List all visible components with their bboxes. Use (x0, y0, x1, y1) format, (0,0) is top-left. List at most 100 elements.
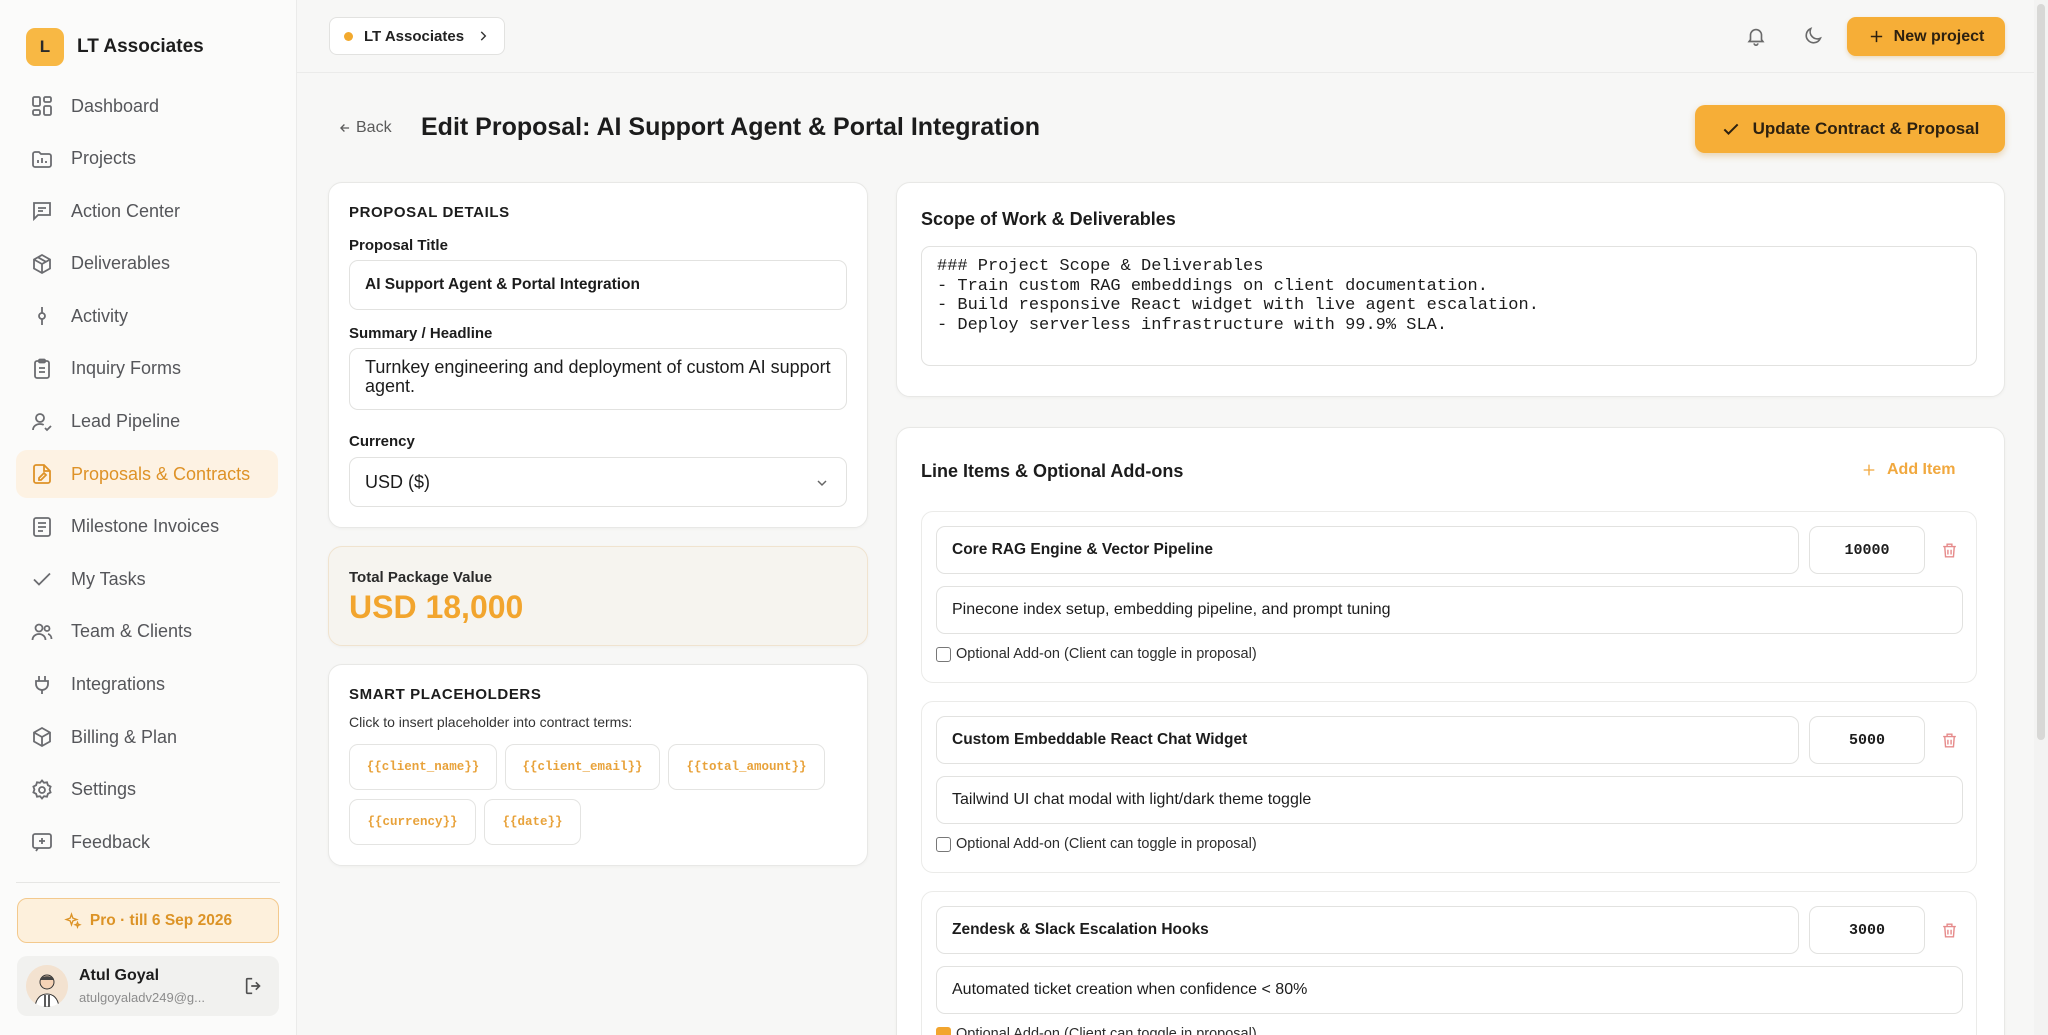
sidebar-item-label: Lead Pipeline (71, 411, 181, 432)
sidebar-item-dashboard[interactable]: Dashboard (16, 82, 278, 130)
sidebar-item-milestone-invoices[interactable]: Milestone Invoices (16, 503, 278, 551)
sidebar-item-settings[interactable]: Settings (16, 766, 278, 814)
update-contract-button[interactable]: Update Contract & Proposal (1695, 105, 2005, 153)
sidebar-nav: Dashboard Projects Action Center Deliver… (16, 82, 278, 871)
plus-icon (1861, 462, 1877, 478)
plus-icon (1868, 28, 1885, 45)
placeholder-chip-client-name[interactable]: {{client_name}} (349, 744, 497, 790)
sparkles-icon (64, 911, 82, 930)
action-center-icon (30, 199, 54, 223)
topbar: LT Associates New project (297, 0, 2048, 73)
clipboard-icon (30, 357, 54, 381)
sidebar-item-label: Action Center (71, 200, 181, 221)
proposal-details-heading: PROPOSAL DETAILS (349, 204, 510, 221)
line-items-title: Line Items & Optional Add-ons (921, 461, 1184, 481)
line-item-name-input[interactable]: Zendesk & Slack Escalation Hooks (936, 906, 1799, 954)
bell-icon[interactable] (1745, 25, 1767, 47)
total-value: USD 18,000 (349, 589, 524, 625)
invoice-icon (30, 515, 54, 539)
sidebar-item-projects[interactable]: Projects (16, 135, 278, 183)
placeholder-chip-total-amount[interactable]: {{total_amount}} (668, 744, 825, 790)
sidebar-item-my-tasks[interactable]: My Tasks (16, 555, 278, 603)
proposal-details-card: PROPOSAL DETAILS Proposal Title AI Suppo… (328, 182, 868, 528)
optional-addon-toggle[interactable]: Optional Add-on (Client can toggle in pr… (936, 1026, 1257, 1035)
summary-label: Summary / Headline (349, 325, 493, 342)
summary-textarea[interactable]: Turnkey engineering and deployment of cu… (349, 348, 847, 410)
scrollbar-thumb[interactable] (2037, 4, 2045, 740)
sidebar-item-team-clients[interactable]: Team & Clients (16, 608, 278, 656)
placeholders-help: Click to insert placeholder into contrac… (349, 714, 633, 730)
avatar[interactable] (26, 965, 68, 1007)
line-item-amount-input[interactable]: 5000 (1809, 716, 1925, 764)
placeholder-chip-client-email[interactable]: {{client_email}} (505, 744, 660, 790)
sidebar-item-label: Inquiry Forms (71, 358, 182, 379)
billing-icon (30, 725, 54, 749)
logout-icon[interactable] (243, 975, 265, 997)
line-item-name-input[interactable]: Custom Embeddable React Chat Widget (936, 716, 1799, 764)
optional-label: Optional Add-on (Client can toggle in pr… (956, 646, 1257, 662)
line-item-amount-input[interactable]: 10000 (1809, 526, 1925, 574)
feedback-icon (30, 830, 54, 854)
optional-checkbox[interactable] (936, 646, 951, 662)
add-item-label: Add Item (1887, 461, 1956, 478)
chevron-right-icon (476, 29, 490, 43)
trash-icon[interactable] (1940, 541, 1959, 560)
proposal-title-input[interactable]: AI Support Agent & Portal Integration (349, 260, 847, 310)
user-card[interactable]: Atul Goyal atulgoyaladv249@g... (17, 956, 279, 1016)
sidebar-item-integrations[interactable]: Integrations (16, 661, 278, 709)
optional-addon-toggle[interactable]: Optional Add-on (Client can toggle in pr… (936, 646, 1257, 662)
optional-addon-toggle[interactable]: Optional Add-on (Client can toggle in pr… (936, 836, 1257, 852)
scope-textarea[interactable]: ### Project Scope & Deliverables - Train… (921, 246, 1977, 366)
workspace-switcher[interactable]: LT Associates (329, 17, 506, 55)
placeholder-chip-currency[interactable]: {{currency}} (349, 799, 476, 845)
sidebar-item-billing-plan[interactable]: Billing & Plan (16, 713, 278, 761)
plan-badge[interactable]: Pro · till 6 Sep 2026 (17, 898, 279, 943)
back-label: Back (356, 119, 392, 136)
workspace-name: LT Associates (364, 27, 465, 45)
sidebar-item-label: Feedback (71, 831, 151, 852)
workspace-status-dot (344, 31, 353, 41)
smart-placeholders-card: SMART PLACEHOLDERS Click to insert place… (328, 664, 868, 866)
scope-card: Scope of Work & Deliverables ### Project… (896, 182, 2005, 397)
sidebar-item-feedback[interactable]: Feedback (16, 818, 278, 866)
line-items-card: Line Items & Optional Add-ons Add Item C… (896, 427, 2005, 1035)
currency-select[interactable]: USD ($) (349, 457, 847, 507)
optional-checkbox[interactable] (936, 1026, 951, 1035)
sidebar-item-lead-pipeline[interactable]: Lead Pipeline (16, 398, 278, 446)
sidebar-item-label: Activity (71, 305, 129, 326)
line-item-name-input[interactable]: Core RAG Engine & Vector Pipeline (936, 526, 1799, 574)
back-link[interactable]: Back (338, 119, 392, 137)
scope-title: Scope of Work & Deliverables (921, 209, 1176, 229)
brand-name: LT Associates (77, 36, 204, 57)
check-icon (30, 567, 54, 591)
line-item: Core RAG Engine & Vector Pipeline 10000 … (921, 511, 1977, 683)
line-item-amount-input[interactable]: 3000 (1809, 906, 1925, 954)
package-icon (30, 252, 54, 276)
users-icon (30, 620, 54, 644)
plug-icon (30, 673, 54, 697)
placeholder-chip-date[interactable]: {{date}} (484, 799, 581, 845)
arrow-left-icon (338, 121, 352, 135)
sidebar-item-activity[interactable]: Activity (16, 292, 278, 340)
optional-checkbox[interactable] (936, 836, 951, 852)
user-email: atulgoyaladv249@g... (79, 990, 205, 1005)
add-item-button[interactable]: Add Item (1861, 461, 1955, 479)
projects-icon (30, 147, 54, 171)
sidebar-item-label: Deliverables (71, 253, 171, 274)
trash-icon[interactable] (1940, 731, 1959, 750)
total-package-card: Total Package Value USD 18,000 (328, 546, 868, 646)
moon-icon[interactable] (1802, 25, 1824, 47)
new-project-button[interactable]: New project (1847, 17, 2005, 56)
sidebar-item-inquiry-forms[interactable]: Inquiry Forms (16, 345, 278, 393)
line-item-description-input[interactable]: Pinecone index setup, embedding pipeline… (936, 586, 1963, 634)
line-item-description-input[interactable]: Tailwind UI chat modal with light/dark t… (936, 776, 1963, 824)
sidebar-item-label: Billing & Plan (71, 726, 178, 747)
sidebar-item-action-center[interactable]: Action Center (16, 187, 278, 235)
trash-icon[interactable] (1940, 921, 1959, 940)
line-item-description-input[interactable]: Automated ticket creation when confidenc… (936, 966, 1963, 1014)
sidebar-item-deliverables[interactable]: Deliverables (16, 240, 278, 288)
brand[interactable]: L LT Associates (26, 28, 204, 66)
sidebar-item-label: Dashboard (71, 95, 160, 116)
sidebar-item-proposals-contracts[interactable]: Proposals & Contracts (16, 450, 278, 499)
currency-value: USD ($) (365, 471, 431, 492)
